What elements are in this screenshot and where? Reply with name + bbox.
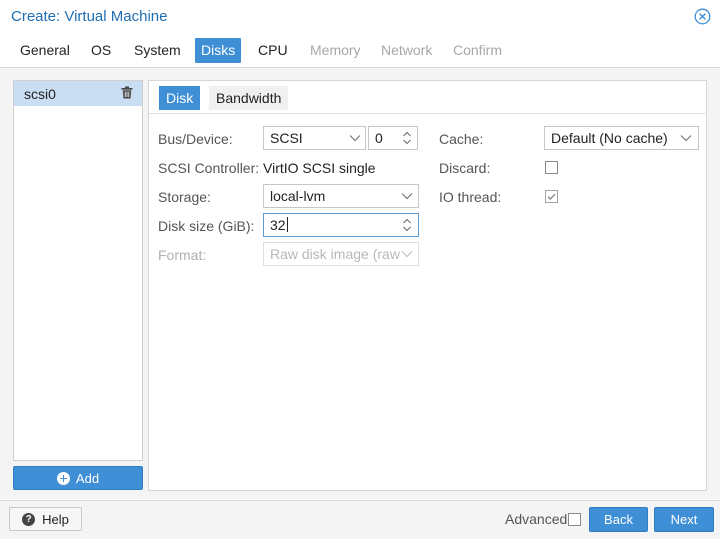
storage-label: Storage: <box>158 189 211 205</box>
help-button[interactable]: ? Help <box>9 507 82 531</box>
device-number-value: 0 <box>375 130 383 146</box>
format-label: Format: <box>158 247 207 263</box>
back-button[interactable]: Back <box>589 507 648 532</box>
tab-system[interactable]: System <box>128 38 187 63</box>
disk-size-input[interactable]: 32 <box>263 213 419 237</box>
storage-select[interactable]: local-lvm <box>263 184 419 208</box>
subtab-bandwidth[interactable]: Bandwidth <box>209 86 289 110</box>
chevron-down-icon <box>401 251 413 258</box>
add-disk-button[interactable]: Add <box>13 466 143 490</box>
discard-checkbox[interactable] <box>545 161 558 174</box>
discard-label: Discard: <box>439 160 491 176</box>
next-button[interactable]: Next <box>654 507 714 532</box>
disk-size-label: Disk size (GiB): <box>158 218 255 234</box>
close-icon[interactable] <box>694 8 711 25</box>
scsi-controller-value: VirtIO SCSI single <box>263 160 376 176</box>
cache-select-value: Default (No cache) <box>551 130 668 146</box>
tab-cpu[interactable]: CPU <box>252 38 294 63</box>
disk-list <box>13 80 143 461</box>
advanced-label: Advanced <box>505 511 568 527</box>
add-button-label: Add <box>75 470 100 486</box>
spinner-arrows-icon[interactable] <box>402 217 412 233</box>
format-select-value: Raw disk image (raw <box>270 246 400 262</box>
subtab-disk[interactable]: Disk <box>159 86 201 110</box>
scsi-controller-label: SCSI Controller: <box>158 160 260 176</box>
tab-confirm: Confirm <box>453 42 503 58</box>
question-circle-icon: ? <box>22 512 36 526</box>
tab-os[interactable]: OS <box>85 38 117 63</box>
storage-select-value: local-lvm <box>270 188 326 204</box>
checkmark-icon <box>547 193 556 200</box>
disk-item-label: scsi0 <box>24 86 56 102</box>
chevron-down-icon <box>680 135 692 142</box>
tab-general[interactable]: General <box>14 38 76 63</box>
format-select: Raw disk image (raw <box>263 242 419 266</box>
spinner-arrows-icon[interactable] <box>402 130 412 146</box>
disk-size-value: 32 <box>270 217 286 233</box>
subtab-divider <box>149 113 706 114</box>
next-button-label: Next <box>670 512 698 527</box>
back-button-label: Back <box>604 512 633 527</box>
advanced-checkbox[interactable] <box>568 513 581 526</box>
tab-memory: Memory <box>310 42 361 58</box>
help-button-label: Help <box>42 511 69 527</box>
chevron-down-icon <box>349 135 361 142</box>
tab-disks[interactable]: Disks <box>195 38 242 63</box>
plus-circle-icon <box>56 471 70 485</box>
cache-select[interactable]: Default (No cache) <box>544 126 699 150</box>
io-thread-checkbox[interactable] <box>545 190 558 203</box>
tab-network: Network <box>381 42 433 58</box>
io-thread-label: IO thread: <box>439 189 502 205</box>
bus-device-label: Bus/Device: <box>158 131 233 147</box>
trash-icon[interactable] <box>121 86 133 99</box>
bus-select-value: SCSI <box>270 130 303 146</box>
chevron-down-icon <box>401 193 413 200</box>
window-title: Create: Virtual Machine <box>11 8 168 25</box>
cache-label: Cache: <box>439 131 484 147</box>
text-cursor <box>286 217 288 232</box>
